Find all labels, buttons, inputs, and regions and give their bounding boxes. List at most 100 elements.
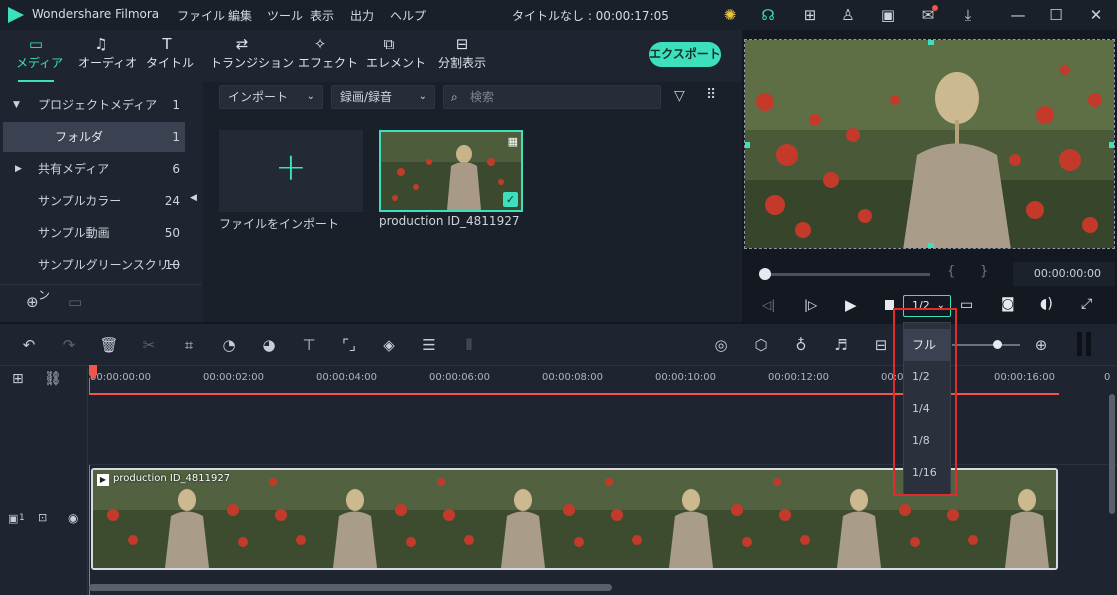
keyframe-icon[interactable]: ◈ [378, 334, 400, 356]
microphone-icon[interactable]: ♁ [790, 334, 812, 356]
search-input[interactable]: ⌕ 検索 [443, 85, 661, 109]
grid-view-icon[interactable]: ⠿ [706, 87, 716, 103]
link-icon[interactable]: ⛓ [44, 371, 62, 387]
sidebar-item-project-media[interactable]: ▼ プロジェクトメディア 1 [3, 90, 185, 120]
resize-handle-right[interactable] [1109, 142, 1114, 148]
resize-handle-top[interactable] [928, 40, 934, 45]
sidebar-item-folder[interactable]: フォルダ 1 [3, 122, 185, 152]
pause-bar-icon[interactable] [1077, 332, 1082, 356]
ruler-tick-label: 00:00:02:00 [203, 372, 265, 383]
lightbulb-icon[interactable]: ✺ [720, 5, 740, 25]
import-dropdown[interactable]: インポート ⌄ [219, 85, 323, 109]
tab-titles[interactable]: T タイトル [146, 34, 194, 78]
marker-icon[interactable]: ⬡ [750, 334, 772, 356]
audio-mixer-icon[interactable]: ♬ [830, 334, 852, 356]
menu-file[interactable]: ファイル [177, 7, 225, 24]
export-button[interactable]: エクスポート [649, 42, 721, 67]
sidebar-item-shared-media[interactable]: ▶ 共有メディア 6 [3, 154, 185, 184]
add-track-icon[interactable]: ⊞ [12, 371, 24, 387]
music-note-icon: ♫ [94, 35, 108, 53]
render-preview-icon[interactable]: ◎ [710, 334, 732, 356]
green-screen-icon[interactable]: ⊤ [298, 334, 320, 356]
undo-icon[interactable]: ↶ [18, 334, 40, 356]
redo-icon[interactable]: ↷ [58, 334, 80, 356]
zoom-in-icon[interactable]: ⊕ [1030, 334, 1052, 356]
video-clip-icon: ▶ [97, 474, 109, 486]
horizontal-scrollbar[interactable] [89, 584, 612, 591]
menu-help[interactable]: ヘルプ [390, 7, 426, 24]
snapshot-camera-icon[interactable]: ◙ [1001, 296, 1015, 312]
new-folder-icon[interactable]: ⊕ [26, 293, 39, 311]
ruler-tick-label: 00:00:16:00 [994, 372, 1056, 383]
gift-icon[interactable]: ⊞ [800, 5, 820, 25]
ruler-tick-label: 00:00:08:00 [542, 372, 604, 383]
sidebar-footer: ⊕ ▭ [0, 284, 202, 322]
import-media-tile[interactable]: + [219, 130, 363, 212]
import-tile-label: ファイルをインポート [219, 217, 340, 231]
download-icon[interactable]: ⤓ [958, 5, 978, 25]
track-number: 1 [19, 513, 25, 523]
ruler-tick-label: 00:00:06:00 [429, 372, 491, 383]
play-icon[interactable]: ▶ [845, 296, 857, 314]
app-logo-icon [8, 7, 24, 23]
close-icon[interactable]: ✕ [1086, 5, 1106, 25]
play-frame-icon[interactable]: |▷ [804, 298, 817, 312]
cut-icon[interactable]: ✂ [138, 334, 160, 356]
title-bar: Wondershare Filmora ファイル 編集 ツール 表示 出力 ヘル… [0, 0, 1117, 30]
zoom-slider-thumb[interactable] [993, 340, 1002, 349]
maximize-icon[interactable]: ☐ [1046, 5, 1066, 25]
lock-icon[interactable]: ⊡ [38, 511, 47, 524]
folder-outline-icon[interactable]: ▭ [68, 293, 82, 311]
menu-tools[interactable]: ツール [267, 7, 303, 24]
menu-export[interactable]: 出力 [350, 7, 374, 24]
resize-handle-bottom[interactable] [928, 243, 934, 248]
display-settings-icon[interactable]: ▭ [960, 297, 973, 313]
video-track-icon: ▣ [8, 512, 19, 525]
elements-icon: ⧉ [383, 35, 395, 53]
menu-view[interactable]: 表示 [310, 7, 334, 24]
resize-handle-left[interactable] [745, 142, 750, 148]
stabilize-icon[interactable]: ⌜⌟ [338, 334, 360, 356]
sidebar-item-sample-colors[interactable]: サンプルカラー 24 [3, 186, 185, 216]
delete-icon[interactable]: 🗑 [98, 334, 120, 356]
record-dropdown[interactable]: 録画/録音 ⌄ [331, 85, 435, 109]
mark-out-button[interactable]: } [980, 264, 988, 279]
sidebar-item-sample-green-screen[interactable]: サンプルグリーンスクリーン 10 [3, 250, 185, 302]
previous-frame-icon[interactable]: ◁| [762, 298, 775, 312]
volume-icon[interactable]: ◖) [1040, 296, 1053, 312]
fullscreen-icon[interactable]: ⤢ [1081, 296, 1092, 312]
adjust-icon[interactable]: ☰ [418, 334, 440, 356]
search-icon: ⌕ [451, 90, 458, 104]
preview-video-frame[interactable] [744, 39, 1115, 249]
minimize-icon[interactable]: — [1008, 5, 1028, 25]
menu-edit[interactable]: 編集 [228, 7, 252, 24]
fit-timeline-icon[interactable]: ⊟ [870, 334, 892, 356]
speed-icon[interactable]: ◔ [218, 334, 240, 356]
clip-name: production ID_4811927 [379, 214, 520, 228]
audio-waveform-icon[interactable]: ⦀ [458, 334, 480, 356]
color-icon[interactable]: ◕ [258, 334, 280, 356]
eye-icon[interactable]: ◉ [68, 511, 78, 525]
vertical-scrollbar[interactable] [1109, 394, 1115, 514]
tab-elements[interactable]: ⧉ エレメント [366, 34, 426, 78]
filter-icon[interactable]: ▽ [674, 88, 685, 104]
tab-transitions[interactable]: ⇄ トランジション [210, 34, 294, 78]
zoom-slider-track[interactable] [952, 344, 1020, 346]
document-title: タイトルなし : 00:00:17:05 [512, 9, 669, 23]
crop-icon[interactable]: ⌗ [178, 334, 200, 356]
save-icon[interactable]: ▣ [878, 5, 898, 25]
tab-split-screen[interactable]: ⊟ 分割表示 [436, 34, 488, 78]
clip-label: production ID_4811927 [113, 473, 231, 484]
mark-in-button[interactable]: { [947, 264, 955, 279]
preview-progress-track[interactable] [762, 273, 930, 276]
sidebar-item-sample-videos[interactable]: サンプル動画 50 [3, 218, 185, 248]
preview-panel: { } 00:00:00:00 ◁| |▷ ▶ 1/2 ⌄ ▭ ◙ ◖) ⤢ [742, 30, 1117, 322]
preview-progress-thumb[interactable] [759, 268, 771, 280]
account-icon[interactable]: ♙ [838, 5, 858, 25]
tab-effects[interactable]: ✧ エフェクト [298, 34, 358, 78]
pause-bar-icon[interactable] [1086, 332, 1091, 356]
media-clip-thumbnail[interactable]: ▦ ✓ [379, 130, 523, 212]
tab-media[interactable]: ▭ メディア [16, 34, 63, 82]
headset-icon[interactable]: ☊ [758, 5, 778, 25]
tab-audio[interactable]: ♫ オーディオ [78, 34, 137, 78]
